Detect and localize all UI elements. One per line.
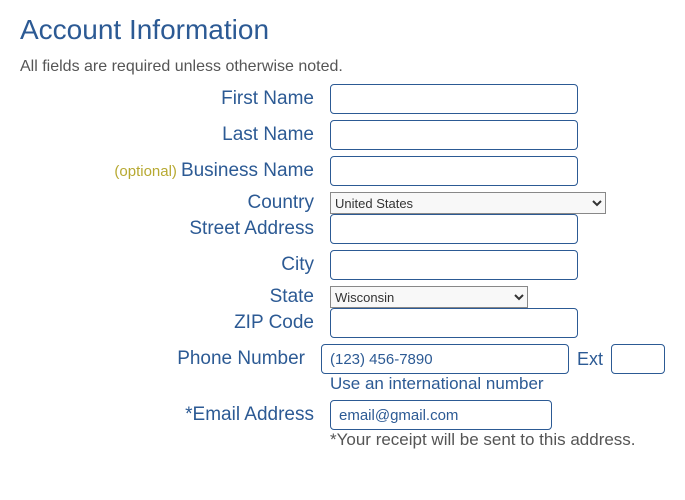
intl-number-link[interactable]: Use an international number: [330, 374, 544, 394]
ext-input[interactable]: [611, 344, 665, 374]
business-name-input[interactable]: [330, 156, 578, 186]
business-name-label: (optional)Business Name: [20, 160, 330, 182]
country-select[interactable]: United States: [330, 192, 606, 214]
country-label: Country: [20, 192, 330, 214]
receipt-note: *Your receipt will be sent to this addre…: [330, 430, 636, 450]
street-address-input[interactable]: [330, 214, 578, 244]
last-name-label: Last Name: [20, 124, 330, 146]
ext-label: Ext: [577, 349, 603, 370]
zip-code-input[interactable]: [330, 308, 578, 338]
state-label: State: [20, 286, 330, 308]
city-label: City: [20, 254, 330, 276]
phone-number-label: Phone Number: [20, 348, 321, 370]
first-name-input[interactable]: [330, 84, 578, 114]
state-select[interactable]: Wisconsin: [330, 286, 528, 308]
street-address-label: Street Address: [20, 218, 330, 240]
city-input[interactable]: [330, 250, 578, 280]
email-address-input[interactable]: [330, 400, 552, 430]
first-name-label: First Name: [20, 88, 330, 110]
last-name-input[interactable]: [330, 120, 578, 150]
intro-text: All fields are required unless otherwise…: [20, 58, 665, 76]
email-address-label: *Email Address: [20, 404, 330, 426]
phone-number-input[interactable]: [321, 344, 569, 374]
page-title: Account Information: [20, 14, 665, 46]
zip-code-label: ZIP Code: [20, 312, 330, 334]
optional-tag: (optional): [114, 163, 177, 180]
